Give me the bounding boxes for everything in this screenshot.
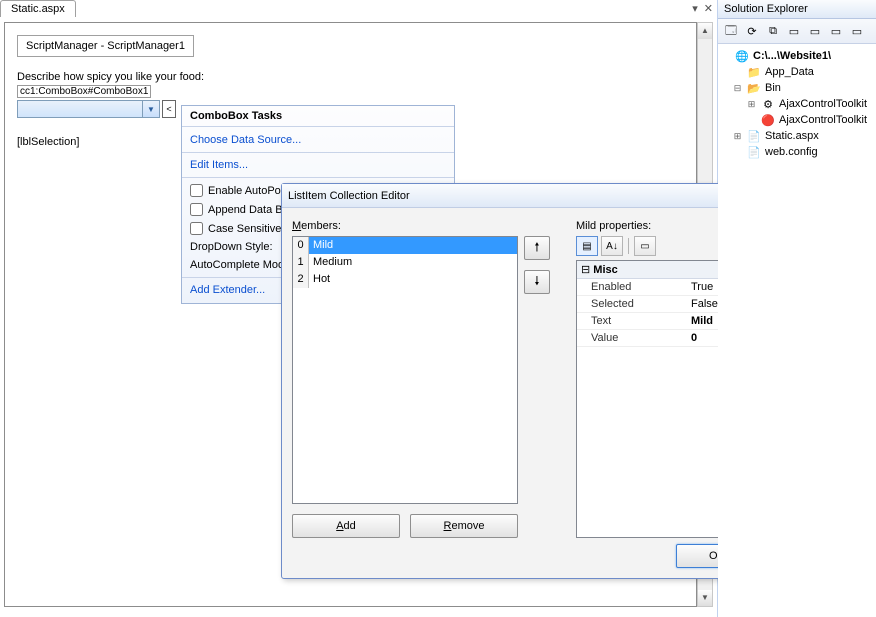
tree-root[interactable]: 🌐 C:\...\Website1\ (720, 48, 874, 64)
categorized-icon[interactable]: ▤ (576, 236, 598, 256)
properties-icon[interactable]: 🗔 (721, 21, 741, 41)
file-icon: 📄 (746, 129, 762, 143)
tree-item[interactable]: ⊞⚙AjaxControlToolkit (720, 96, 874, 112)
property-pages-icon[interactable]: ▭ (634, 236, 656, 256)
file-icon: 📁 (746, 65, 762, 79)
checkbox[interactable] (190, 184, 203, 197)
tree-item[interactable]: 📄web.config (720, 144, 874, 160)
member-index: 2 (293, 271, 309, 288)
solution-explorer-title: Solution Explorer (718, 0, 876, 19)
scroll-down-icon[interactable]: ▼ (698, 590, 712, 606)
move-down-button[interactable]: 🠗 (524, 270, 550, 294)
tree-item[interactable]: ⊟📂Bin (720, 80, 874, 96)
scroll-up-icon[interactable]: ▲ (698, 23, 712, 39)
properties-label: Mild properties: (576, 220, 651, 232)
scriptmanager-control[interactable]: ScriptManager - ScriptManager1 (17, 35, 194, 57)
checkbox[interactable] (190, 203, 203, 216)
member-row[interactable]: 1Medium (293, 254, 517, 271)
combobox-dropdown-button[interactable]: ▼ (143, 100, 160, 118)
copy-website-icon[interactable]: ▭ (826, 21, 846, 41)
tab-controls: ▾ ✕ (692, 2, 713, 15)
tree-item[interactable]: 🔴AjaxControlToolkit (720, 112, 874, 128)
close-icon[interactable]: ✕ (704, 2, 713, 15)
alphabetical-icon[interactable]: A↓ (601, 236, 623, 256)
edit-items-link[interactable]: Edit Items... (190, 156, 446, 174)
tree-item-label: Bin (765, 82, 781, 94)
doc-tabs: Static.aspx (0, 0, 76, 18)
choose-data-source-link[interactable]: Choose Data Source... (190, 131, 446, 149)
expand-icon[interactable]: ⊞ (732, 131, 743, 142)
expand-icon[interactable]: ⊟ (732, 83, 743, 94)
file-icon: 📂 (746, 81, 762, 95)
file-icon: 📄 (746, 145, 762, 159)
file-icon: ⚙ (760, 97, 776, 111)
tree-root-label: C:\...\Website1\ (753, 50, 831, 62)
member-index: 0 (293, 237, 309, 254)
member-name: Medium (309, 254, 517, 271)
tasks-title: ComboBox Tasks (182, 106, 454, 127)
describe-label: Describe how spicy you like your food: (17, 71, 684, 83)
tree-item-label: web.config (765, 146, 818, 158)
tree-item[interactable]: ⊞📄Static.aspx (720, 128, 874, 144)
asp-config-icon[interactable]: ▭ (847, 21, 867, 41)
member-name: Mild (309, 237, 517, 254)
combobox-input[interactable] (17, 100, 143, 118)
checkbox[interactable] (190, 222, 203, 235)
property-name: Text (577, 313, 687, 329)
file-icon: 🔴 (760, 113, 776, 127)
refresh-icon[interactable]: ⟳ (742, 21, 762, 41)
member-name: Hot (309, 271, 517, 288)
property-name: Enabled (577, 279, 687, 295)
tree-item-label: AjaxControlToolkit (779, 114, 867, 126)
project-icon: 🌐 (734, 49, 750, 63)
propgrid-toolbar: ▤ A↓ ▭ (576, 236, 656, 256)
property-name: Selected (577, 296, 687, 312)
expand-icon[interactable]: ⊞ (746, 99, 757, 110)
tree-item-label: AjaxControlToolkit (779, 98, 867, 110)
tree-item-label: App_Data (765, 66, 814, 78)
members-label: Members: (292, 220, 341, 232)
smart-tag-glyph[interactable]: < (162, 100, 176, 118)
members-listbox[interactable]: 0Mild1Medium2Hot (292, 236, 518, 504)
member-row[interactable]: 2Hot (293, 271, 517, 288)
add-button[interactable]: Add (292, 514, 400, 538)
tree-item-label: Static.aspx (765, 130, 819, 142)
view-code-icon[interactable]: ▭ (784, 21, 804, 41)
tree-item[interactable]: 📁App_Data (720, 64, 874, 80)
control-tag-label: cc1:ComboBox#ComboBox1 (17, 85, 151, 98)
move-up-button[interactable]: 🠕 (524, 236, 550, 260)
solution-explorer-toolbar: 🗔 ⟳ ⧉ ▭ ▭ ▭ ▭ (718, 19, 876, 44)
member-row[interactable]: 0Mild (293, 237, 517, 254)
dropdown-icon[interactable]: ▾ (692, 2, 698, 15)
member-index: 1 (293, 254, 309, 271)
solution-explorer-panel: Solution Explorer 🗔 ⟳ ⧉ ▭ ▭ ▭ ▭ 🌐 C:\...… (718, 0, 876, 617)
move-buttons: 🠕 🠗 (524, 236, 550, 304)
remove-button[interactable]: Remove (410, 514, 518, 538)
solution-tree[interactable]: 🌐 C:\...\Website1\ 📁App_Data⊟📂Bin⊞⚙AjaxC… (718, 44, 876, 164)
property-name: Value (577, 330, 687, 346)
tab-static-aspx[interactable]: Static.aspx (0, 0, 76, 17)
view-designer-icon[interactable]: ▭ (805, 21, 825, 41)
nest-icon[interactable]: ⧉ (763, 21, 783, 41)
